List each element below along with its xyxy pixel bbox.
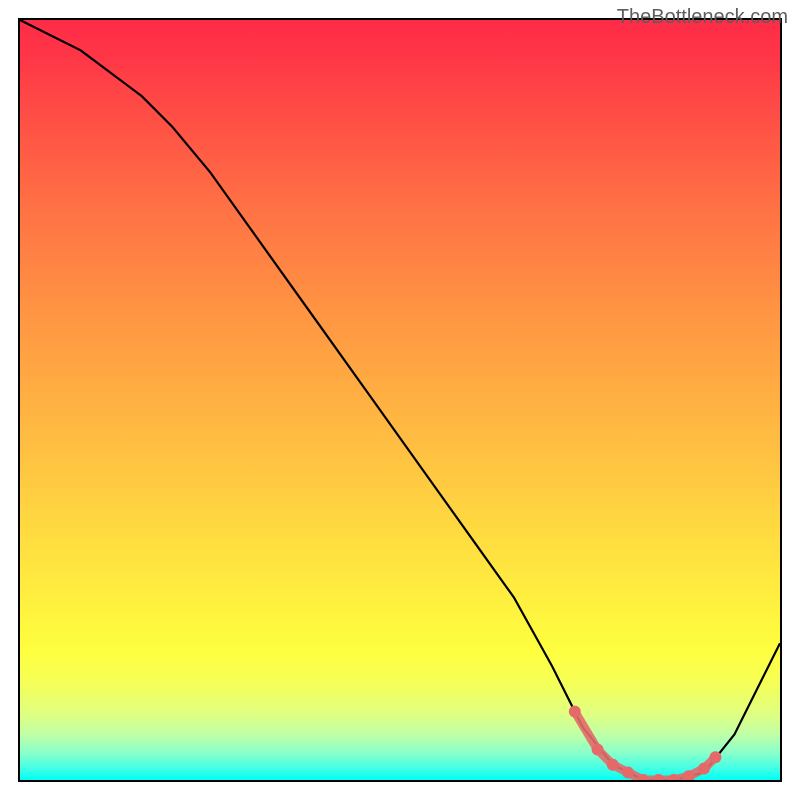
watermark-text: TheBottleneck.com	[617, 6, 788, 29]
curve-overlay	[20, 20, 780, 780]
highlight-points	[569, 706, 722, 780]
plot-area	[18, 18, 782, 782]
chart-container: TheBottleneck.com	[0, 0, 800, 800]
bottleneck-curve	[20, 20, 780, 780]
